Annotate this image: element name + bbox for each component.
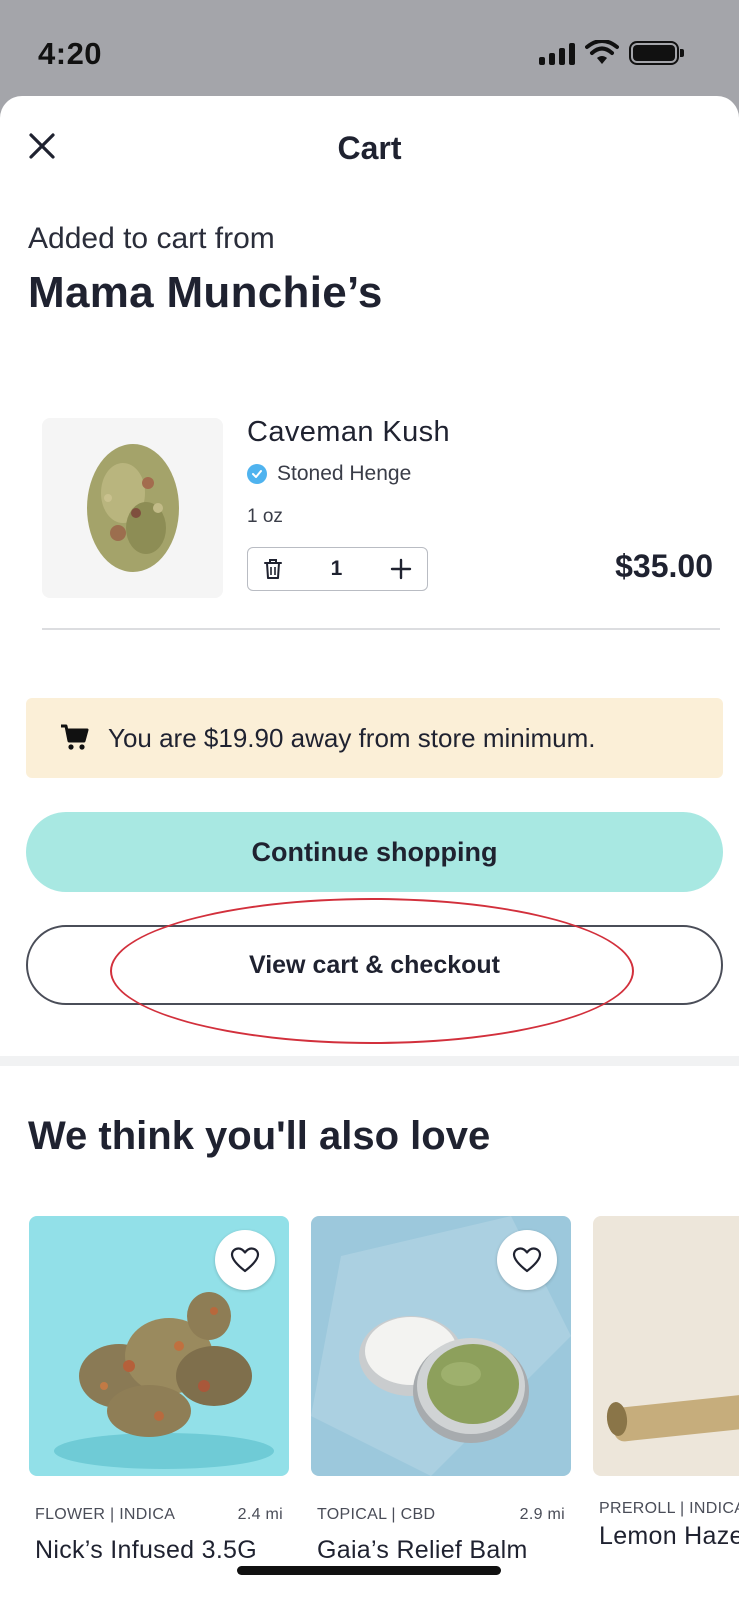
product-card-name[interactable]: Lemon Haze [593,1522,739,1551]
product-distance: 2.9 mi [519,1506,565,1523]
product-category: PREROLL | INDICA [599,1500,739,1517]
quantity-value: 1 [330,557,343,580]
product-image[interactable] [42,418,223,598]
product-card-image[interactable] [593,1216,739,1476]
store-minimum-text: You are $19.90 away from store minimum. [108,722,596,753]
product-category: FLOWER | INDICA [35,1506,176,1523]
recommendations-title: We think you'll also love [28,1114,491,1158]
store-minimum-banner: You are $19.90 away from store minimum. [26,698,723,778]
cellular-signal-icon [539,41,575,65]
divider [42,628,720,630]
view-cart-checkout-button[interactable]: View cart & checkout [26,925,723,1005]
product-card-meta: FLOWER | INDICA 2.4 mi [29,1506,289,1524]
product-card-meta: PREROLL | INDICA [593,1500,739,1518]
favorite-button[interactable] [497,1230,557,1290]
product-card[interactable]: TOPICAL | CBD 2.9 mi Gaia’s Relief Balm [311,1216,571,1565]
page-title: Cart [337,130,402,166]
cart-icon [61,724,89,750]
product-name[interactable]: Caveman Kush [247,416,450,449]
section-divider [0,1056,739,1066]
product-card[interactable]: PREROLL | INDICA Lemon Haze [593,1216,739,1551]
trash-icon[interactable] [262,557,284,581]
plus-icon[interactable] [389,557,413,581]
status-time: 4:20 [38,36,103,71]
product-card-image[interactable] [311,1216,571,1476]
wifi-icon [585,40,619,64]
heart-icon [512,1247,542,1273]
heart-icon [230,1247,260,1273]
verified-badge-icon [247,464,267,484]
added-from-label: Added to cart from [28,222,275,255]
product-card-image[interactable] [29,1216,289,1476]
continue-shopping-button[interactable]: Continue shopping [26,812,723,892]
product-category: TOPICAL | CBD [317,1506,436,1523]
product-card-meta: TOPICAL | CBD 2.9 mi [311,1506,571,1524]
product-card-name[interactable]: Nick’s Infused 3.5G [29,1536,289,1565]
product-distance: 2.4 mi [237,1506,283,1523]
flower-bud-image [86,444,179,572]
product-card[interactable]: FLOWER | INDICA 2.4 mi Nick’s Infused 3.… [29,1216,289,1565]
home-indicator [237,1566,501,1575]
preroll-image [606,1388,739,1442]
status-bar: 4:20 [0,0,739,96]
store-name[interactable]: Mama Munchie’s [28,268,383,318]
product-price: $35.00 [615,548,713,584]
battery-icon [629,41,684,65]
brand-name: Stoned Henge [277,462,412,485]
cart-sheet: Cart Added to cart from Mama Munchie’s C… [0,96,739,1600]
brand-row: Stoned Henge [247,462,411,486]
quantity-stepper: 1 [247,547,428,591]
product-size: 1 oz [247,506,283,527]
product-card-name[interactable]: Gaia’s Relief Balm [311,1536,571,1565]
favorite-button[interactable] [215,1230,275,1290]
status-icons [539,40,684,66]
